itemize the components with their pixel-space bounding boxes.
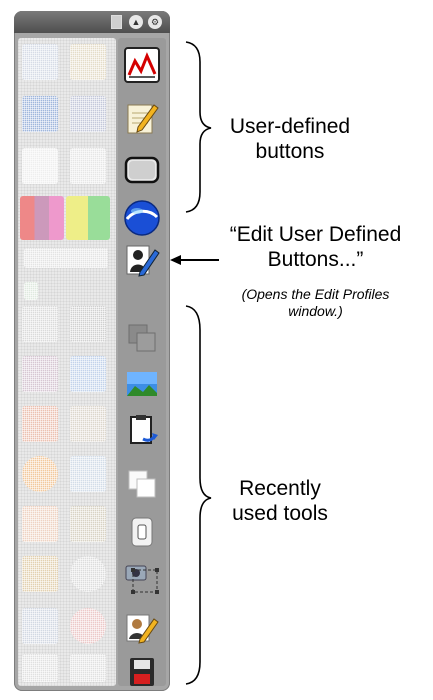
faded-tool[interactable] (22, 654, 58, 682)
duplicate-squares-tool[interactable] (121, 463, 163, 505)
globe-icon (124, 200, 160, 236)
faded-tool[interactable] (22, 556, 58, 592)
settings-icon[interactable]: ⚙ (148, 15, 162, 29)
label-recently-used: Recently used tools (210, 476, 350, 526)
faded-tool[interactable] (22, 608, 58, 644)
landscape-image-icon (127, 372, 157, 396)
note-line: window.) (288, 303, 343, 319)
up-arrow-icon[interactable]: ▲ (129, 15, 143, 29)
clipboard-arrow-icon (130, 415, 158, 444)
clipboard-arrow-tool[interactable] (121, 410, 163, 452)
user-profile-pen-icon (126, 245, 160, 277)
faded-tool[interactable] (20, 196, 64, 240)
label-line: User-defined (229, 115, 351, 138)
faded-tool[interactable] (70, 148, 106, 184)
duplicate-squares-icon (128, 470, 156, 498)
toggle-switch-tool[interactable] (121, 511, 163, 553)
faded-tool[interactable] (22, 148, 58, 184)
profile-pen-tool[interactable] (121, 607, 163, 649)
label-line: “Edit User Defined (229, 223, 402, 246)
tool-palette-window: ▲ ⚙ (14, 11, 170, 691)
chart-button[interactable] (121, 44, 163, 86)
faded-tool[interactable] (70, 654, 106, 682)
note-line: (Opens the Edit Profiles (241, 286, 390, 302)
camera-selection-tool[interactable] (121, 556, 163, 598)
globe-button[interactable] (121, 197, 163, 239)
faded-tool[interactable] (70, 456, 106, 492)
faded-tool[interactable] (70, 506, 106, 542)
faded-tool[interactable] (70, 608, 106, 644)
faded-tool[interactable] (70, 356, 106, 392)
label-line: Buttons...” (267, 248, 364, 271)
faded-tool[interactable] (24, 282, 38, 300)
faded-tools-grid (18, 38, 116, 686)
label-line: Recently (239, 477, 321, 500)
label-user-defined: User-defined buttons (205, 114, 375, 164)
group-squares-tool[interactable] (121, 317, 163, 359)
faded-tool[interactable] (22, 306, 58, 342)
doc-icon[interactable] (111, 15, 122, 29)
label-line: used tools (232, 502, 328, 525)
notepad-button[interactable] (121, 96, 163, 138)
brace-recent-tools (185, 305, 212, 685)
faded-tool[interactable] (22, 456, 58, 492)
label-line: buttons (255, 140, 325, 163)
edit-user-defined-buttons[interactable] (121, 239, 163, 281)
faded-tool[interactable] (22, 44, 58, 80)
faded-tool[interactable] (22, 356, 58, 392)
label-edit-user-defined: “Edit User Defined Buttons...” (198, 222, 433, 272)
profile-pen-icon (126, 614, 159, 644)
faded-tool[interactable] (22, 96, 58, 132)
faded-tool[interactable] (70, 556, 106, 592)
camera-selection-icon (125, 565, 159, 594)
faded-tool[interactable] (22, 406, 58, 442)
faded-tool[interactable] (70, 96, 106, 132)
toggle-switch-icon (131, 517, 153, 547)
faded-tool[interactable] (66, 196, 110, 240)
floppy-save-icon (130, 658, 154, 686)
chart-icon (124, 47, 160, 83)
group-squares-icon (128, 324, 156, 352)
faded-tool[interactable] (70, 306, 106, 342)
faded-tool[interactable] (70, 406, 106, 442)
notepad-pencil-icon (127, 104, 159, 134)
note-edit-profiles: (Opens the Edit Profiles window.) (198, 286, 433, 320)
rounded-rect-icon (124, 156, 160, 184)
floppy-save-tool[interactable] (121, 651, 163, 693)
arrow-edit-head (170, 255, 181, 265)
landscape-image-tool[interactable] (121, 363, 163, 405)
faded-tool[interactable] (22, 506, 58, 542)
faded-tool[interactable] (70, 44, 106, 80)
faded-tool[interactable] (24, 248, 108, 268)
palette-titlebar[interactable]: ▲ ⚙ (14, 11, 170, 33)
rounded-rect-button[interactable] (121, 149, 163, 191)
